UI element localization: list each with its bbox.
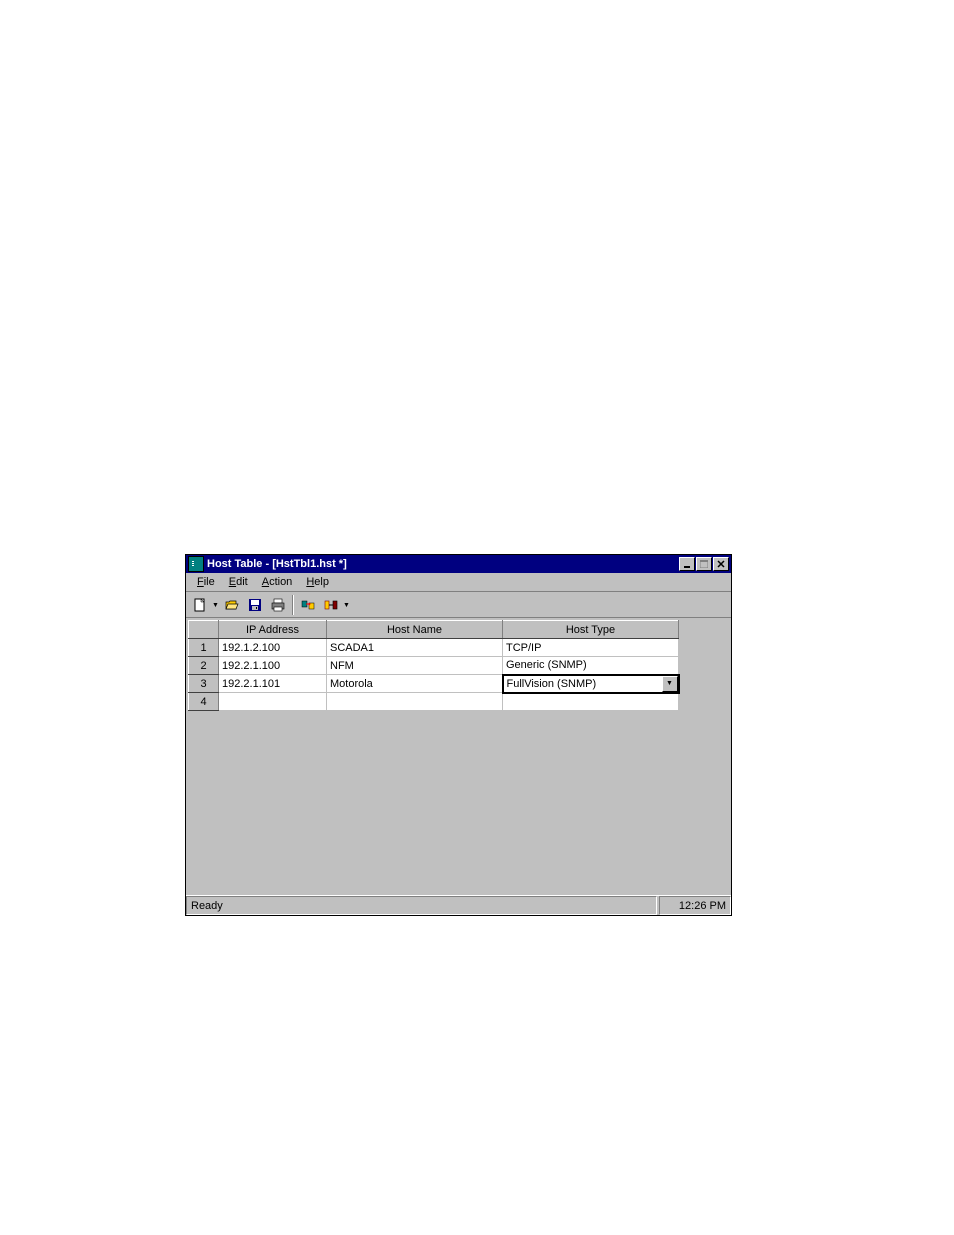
dropdown-arrow-icon[interactable]: ▼ — [212, 600, 220, 609]
menubar: File Edit Action Help — [186, 573, 731, 592]
cell-hosttype[interactable]: Generic (SNMP) — [503, 657, 679, 675]
open-folder-icon — [224, 597, 240, 613]
cell-hosttype-dropdown[interactable]: FullVision (SNMP) ▼ — [503, 675, 679, 693]
cell-hostname[interactable] — [327, 693, 503, 711]
table-row[interactable]: 1 192.1.2.100 SCADA1 TCP/IP — [189, 639, 679, 657]
table-row[interactable]: 3 192.2.1.101 Motorola FullVision (SNMP)… — [189, 675, 679, 693]
toolbar: ▼ ▼ — [186, 592, 731, 618]
host-table-window: Host Table - [HstTbl1.hst *] File Edit A… — [185, 554, 732, 916]
status-text: Ready — [186, 896, 657, 915]
cell-hostname[interactable]: NFM — [327, 657, 503, 675]
app-icon — [188, 556, 204, 572]
print-icon — [270, 597, 286, 613]
table-row[interactable]: 2 192.2.1.100 NFM Generic (SNMP) — [189, 657, 679, 675]
statusbar: Ready 12:26 PM — [186, 895, 731, 915]
toolbar-new-button[interactable] — [189, 594, 211, 616]
column-header-ip[interactable]: IP Address — [219, 621, 327, 639]
cell-ip[interactable]: 192.2.1.101 — [219, 675, 327, 693]
toolbar-connect-button[interactable] — [320, 594, 342, 616]
column-header-hostname[interactable]: Host Name — [327, 621, 503, 639]
dropdown-button[interactable]: ▼ — [662, 676, 678, 692]
chevron-down-icon: ▼ — [666, 680, 673, 687]
table-row[interactable]: 4 — [189, 693, 679, 711]
cell-hosttype[interactable] — [503, 693, 679, 711]
toolbar-print-button[interactable] — [267, 594, 289, 616]
transfer-icon — [300, 597, 316, 613]
column-header-hosttype[interactable]: Host Type — [503, 621, 679, 639]
save-disk-icon — [247, 597, 263, 613]
row-header[interactable]: 3 — [189, 675, 219, 693]
status-time: 12:26 PM — [659, 896, 731, 915]
minimize-button[interactable] — [679, 557, 695, 571]
maximize-icon — [700, 560, 708, 568]
close-icon — [717, 560, 725, 568]
close-button[interactable] — [713, 557, 729, 571]
dropdown-value: FullVision (SNMP) — [504, 678, 662, 690]
menu-file[interactable]: File — [190, 574, 222, 590]
cell-hostname[interactable]: Motorola — [327, 675, 503, 693]
maximize-button[interactable] — [696, 557, 712, 571]
cell-ip[interactable]: 192.2.1.100 — [219, 657, 327, 675]
titlebar[interactable]: Host Table - [HstTbl1.hst *] — [186, 555, 731, 573]
row-header[interactable]: 2 — [189, 657, 219, 675]
window-title: Host Table - [HstTbl1.hst *] — [207, 558, 678, 570]
cell-ip[interactable]: 192.1.2.100 — [219, 639, 327, 657]
minimize-icon — [683, 560, 691, 568]
cell-hosttype[interactable]: TCP/IP — [503, 639, 679, 657]
dropdown-arrow-icon[interactable]: ▼ — [343, 600, 351, 609]
grid-area: IP Address Host Name Host Type 1 192.1.2… — [186, 618, 731, 895]
toolbar-transfer-button[interactable] — [297, 594, 319, 616]
menu-edit[interactable]: Edit — [222, 574, 255, 590]
grid-corner-header[interactable] — [189, 621, 219, 639]
row-header[interactable]: 1 — [189, 639, 219, 657]
toolbar-open-button[interactable] — [221, 594, 243, 616]
toolbar-save-button[interactable] — [244, 594, 266, 616]
host-table-grid[interactable]: IP Address Host Name Host Type 1 192.1.2… — [188, 620, 680, 711]
cell-ip[interactable] — [219, 693, 327, 711]
new-file-icon — [192, 597, 208, 613]
toolbar-separator — [292, 595, 294, 615]
row-header[interactable]: 4 — [189, 693, 219, 711]
menu-help[interactable]: Help — [299, 574, 336, 590]
connect-icon — [323, 597, 339, 613]
menu-action[interactable]: Action — [255, 574, 300, 590]
cell-hostname[interactable]: SCADA1 — [327, 639, 503, 657]
